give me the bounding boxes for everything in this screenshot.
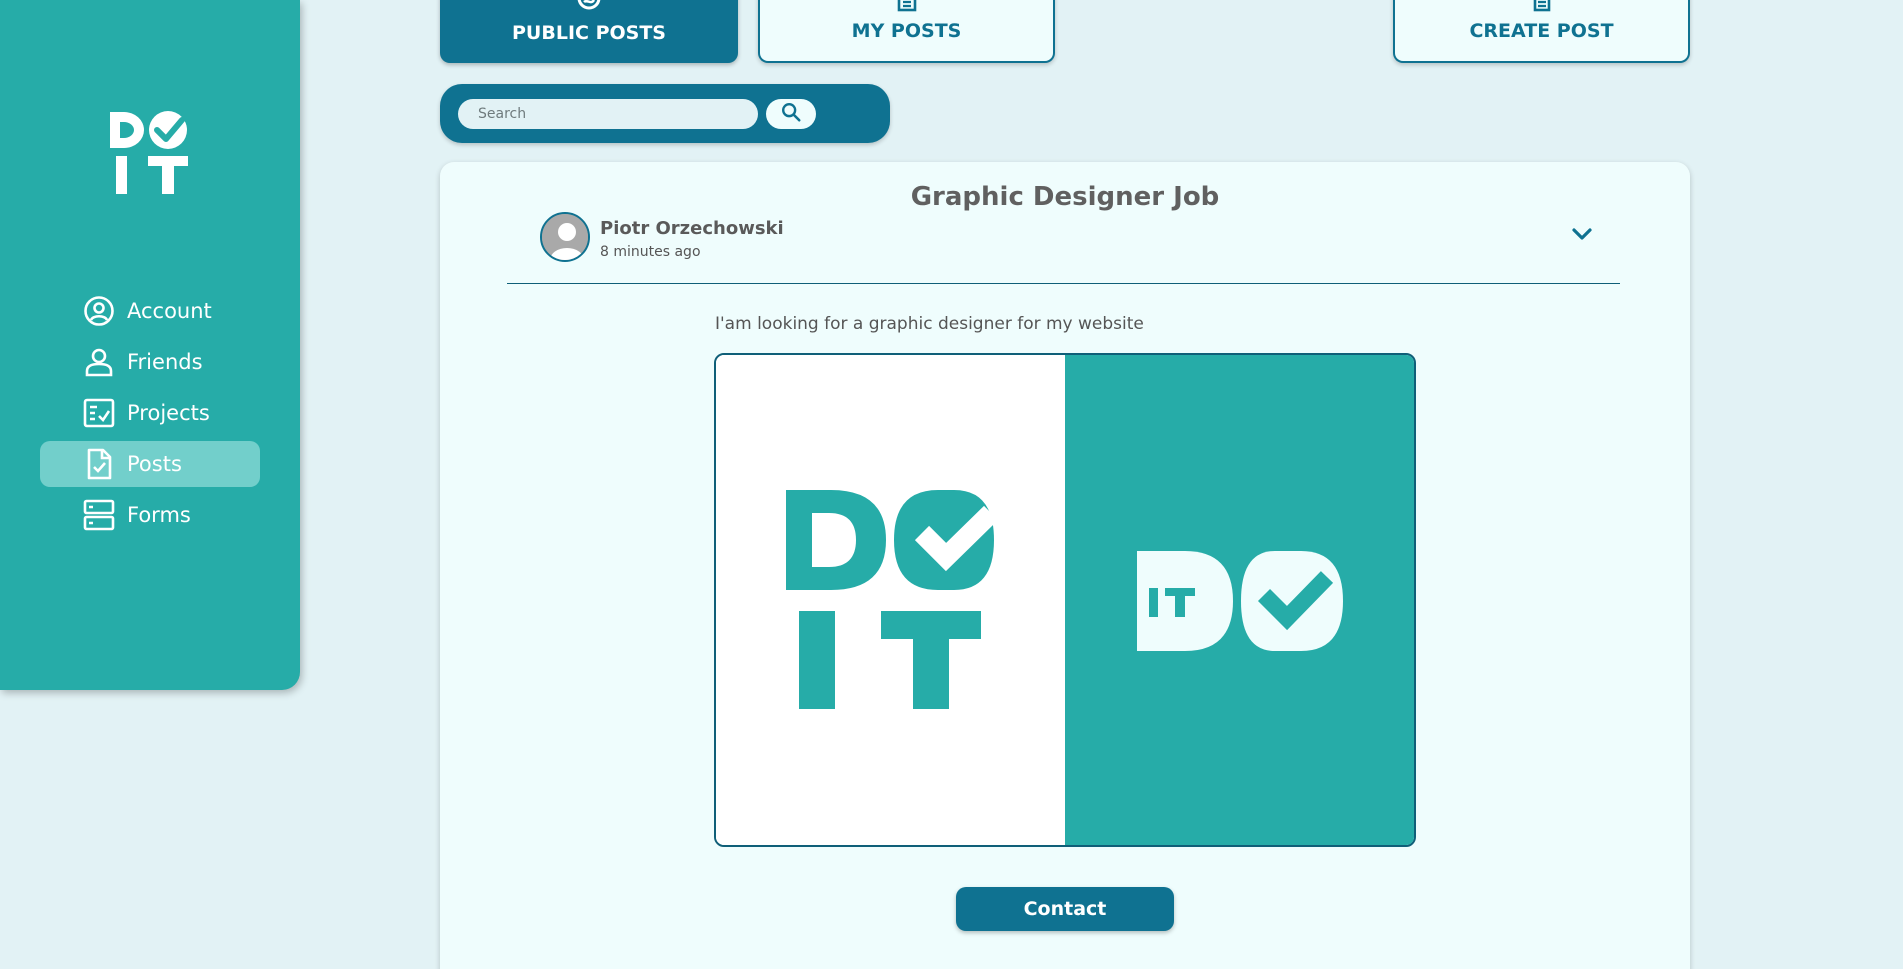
chevron-down-icon (1570, 222, 1594, 250)
avatar[interactable] (540, 212, 590, 262)
sidebar-item-forms[interactable]: Forms (40, 492, 260, 538)
sidebar-item-label: Account (127, 299, 212, 323)
document-icon (893, 0, 921, 14)
post-author[interactable]: Piotr Orzechowski (600, 218, 784, 239)
post-image[interactable] (714, 353, 1416, 847)
search-input[interactable] (458, 99, 758, 129)
account-circle-icon (83, 295, 115, 327)
document-icon (1528, 0, 1556, 14)
tab-my-posts[interactable]: MY POSTS (758, 0, 1055, 63)
sidebar-item-projects[interactable]: Projects (40, 390, 260, 436)
checklist-icon (83, 397, 115, 429)
sidebar-item-friends[interactable]: Friends (40, 339, 260, 385)
sidebar-item-label: Friends (127, 350, 203, 374)
search-button[interactable] (766, 99, 816, 129)
sidebar-item-account[interactable]: Account (40, 288, 260, 334)
post-timestamp: 8 minutes ago (600, 244, 701, 260)
logo-dark-variant (716, 355, 1065, 845)
sidebar-item-posts[interactable]: Posts (40, 441, 260, 487)
tab-create-post[interactable]: CREATE POST (1393, 0, 1690, 63)
expand-post-button[interactable] (1568, 222, 1596, 250)
sidebar: Account Friends Projects Posts Forms (0, 0, 300, 690)
tab-label: PUBLIC POSTS (512, 22, 666, 44)
app-logo[interactable] (108, 108, 192, 198)
post-body: I'am looking for a graphic designer for … (715, 314, 1144, 334)
logo-light-variant (1065, 355, 1414, 845)
sidebar-nav: Account Friends Projects Posts Forms (40, 288, 260, 543)
sidebar-item-label: Projects (127, 401, 210, 425)
post-divider (507, 283, 1620, 284)
person-icon (83, 346, 115, 378)
document-check-icon (83, 448, 115, 480)
tab-label: MY POSTS (851, 20, 962, 42)
tab-public-posts[interactable]: PUBLIC POSTS (440, 0, 738, 63)
globe-icon (575, 0, 603, 14)
post-title: Graphic Designer Job (910, 182, 1220, 212)
post-card: Graphic Designer Job Piotr Orzechowski 8… (440, 162, 1690, 969)
tab-label: CREATE POST (1469, 20, 1614, 42)
server-icon (83, 499, 115, 531)
search-icon (780, 101, 802, 127)
sidebar-item-label: Posts (127, 452, 182, 476)
search-bar (440, 84, 890, 143)
sidebar-item-label: Forms (127, 503, 191, 527)
contact-button[interactable]: Contact (956, 887, 1174, 931)
